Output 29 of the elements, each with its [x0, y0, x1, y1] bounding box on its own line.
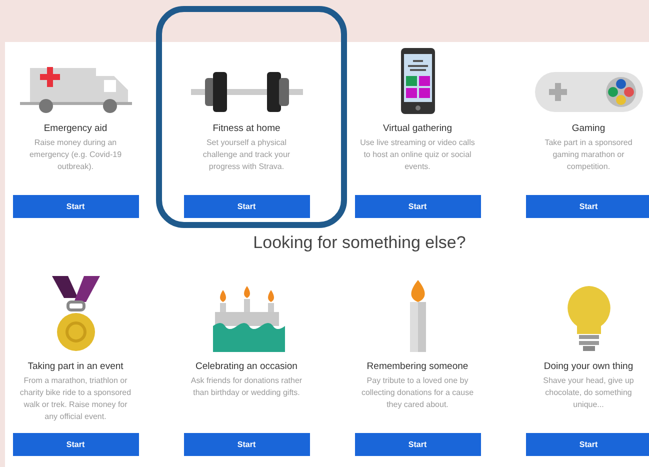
start-button[interactable]: Start — [526, 433, 649, 456]
ambulance-icon — [20, 64, 132, 114]
card-title: Gaming — [572, 122, 606, 136]
card-description: Set yourself a physical challenge and track your progress with Strava. — [202, 137, 292, 173]
card-description: Use live streaming or video calls to host an online quiz or social events. — [360, 137, 476, 173]
start-button[interactable]: Start — [12, 195, 138, 218]
card-description: Pay tribute to a loved one by collecting donations for a cause they cared about. — [360, 375, 475, 411]
card-description: Ask friends for donations rather than birthday or wedding gifts. — [190, 375, 304, 399]
start-button[interactable]: Start — [184, 195, 310, 218]
start-button[interactable]: Start — [526, 195, 649, 218]
start-button[interactable]: Start — [184, 433, 310, 456]
card-description: Shave your head, give up chocolate, do something unique... — [542, 375, 635, 411]
dumbbell-icon — [190, 70, 302, 114]
card-title: Fitness at home — [212, 122, 280, 136]
card-description: From a marathon, triathlon or charity bike ride to a sponsored walk or trek. Raise money for any official event. — [18, 375, 132, 423]
phone-icon — [400, 48, 434, 114]
card-title: Virtual gathering — [382, 122, 452, 136]
start-button[interactable]: Start — [354, 433, 480, 456]
section-heading: Looking for something else? — [253, 232, 466, 254]
card-title: Remembering someone — [366, 360, 468, 374]
light-bulb-icon — [566, 286, 610, 352]
card-title: Taking part in an event — [28, 360, 124, 374]
card-description: Raise money during an emergency (e.g. Covid-19 outbreak). — [28, 137, 123, 173]
card-title: Doing your own thing — [544, 360, 634, 374]
card-title: Celebrating an occasion — [196, 360, 298, 374]
start-button[interactable]: Start — [12, 433, 138, 456]
start-button[interactable]: Start — [354, 195, 480, 218]
card-description: Take part in a sponsored gaming marathon or competition. — [544, 137, 634, 173]
card-title: Emergency aid — [44, 122, 108, 136]
